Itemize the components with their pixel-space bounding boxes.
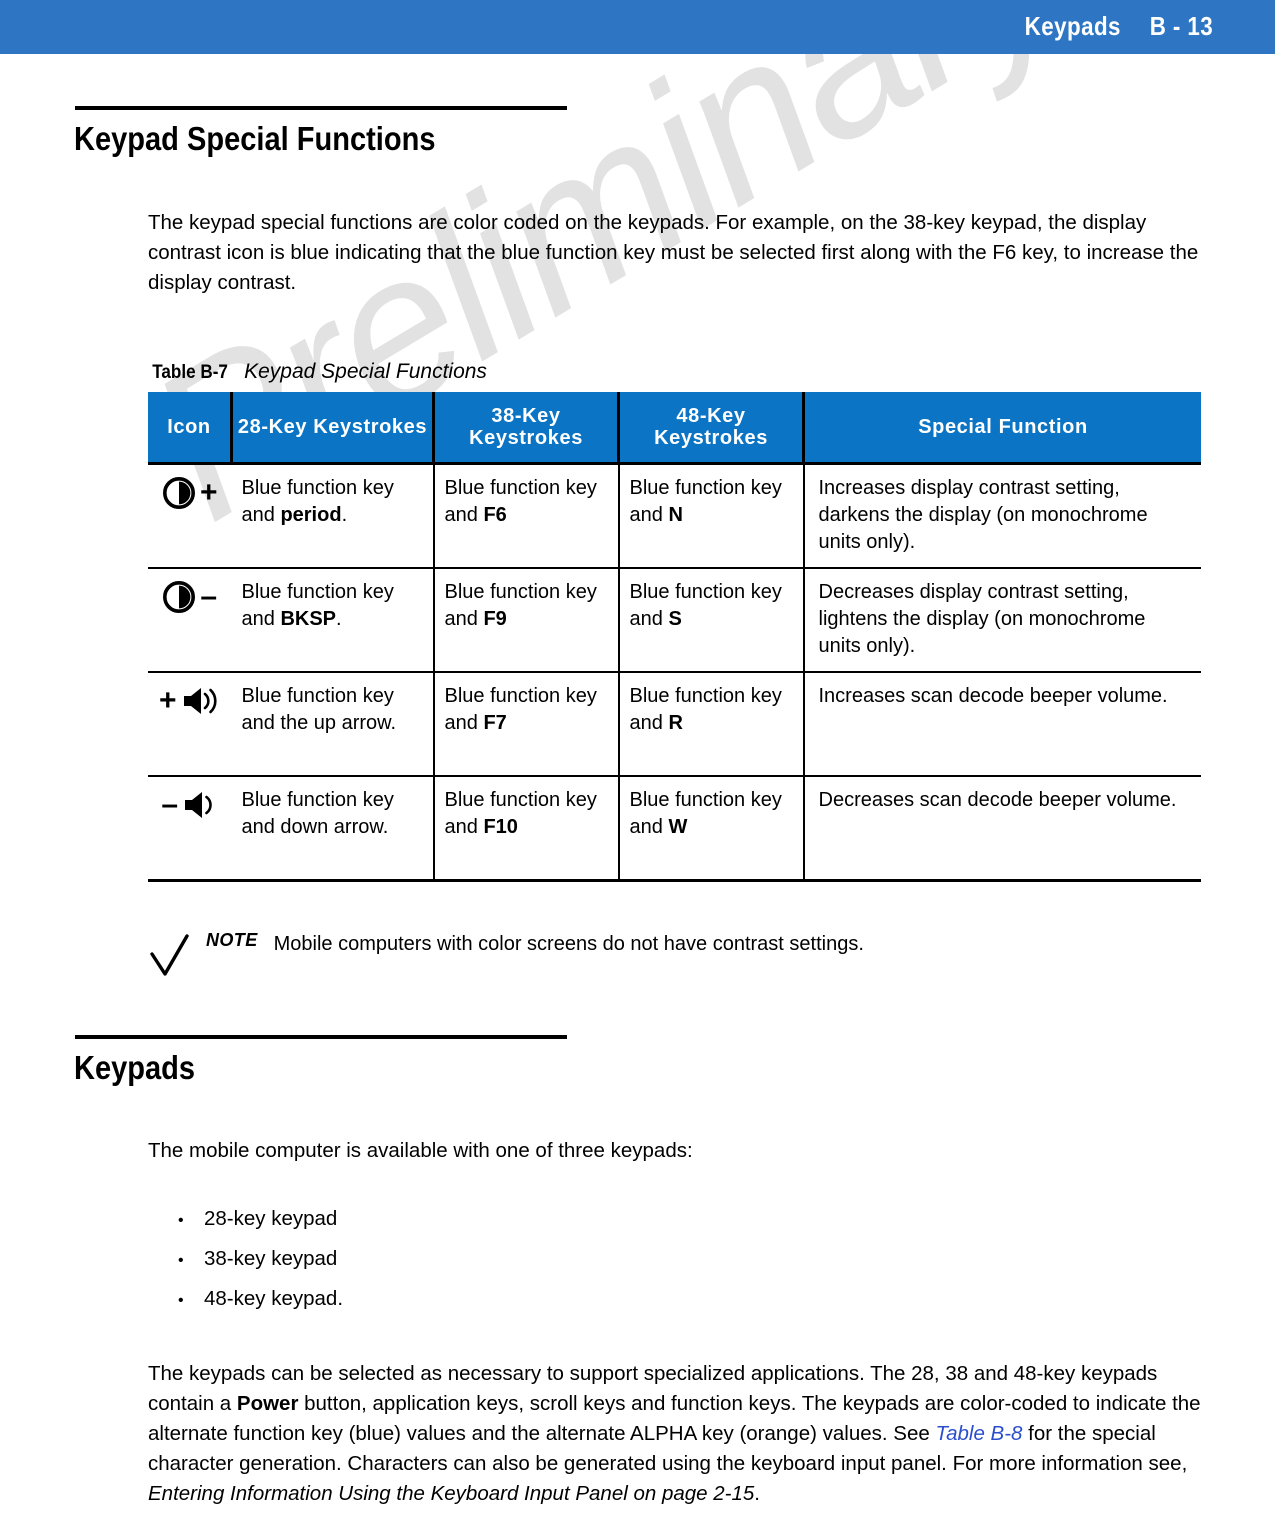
bullet-dot-icon: • (178, 1252, 184, 1269)
contrast-circle-icon (163, 581, 196, 613)
text-48-key-bold: W (668, 816, 688, 838)
section-heading-keypads: Keypads (74, 1049, 196, 1086)
column-header-28-key: 28-Key Keystrokes (231, 392, 435, 465)
page-header-title: Keypads (1024, 11, 1121, 41)
volume-decrease-icon: – (161, 785, 218, 825)
plus-sign: + (199, 476, 218, 509)
keypad-special-functions-table: Icon 28-Key Keystrokes 38-Key Keystrokes… (148, 392, 1201, 882)
column-header-special-function: Special Function (803, 392, 1201, 465)
text-48-key-prefix: Blue function key and (629, 581, 782, 630)
table-row: – Blue function key and BKSP. Blue funct… (148, 568, 1201, 673)
plus-sign: + (158, 684, 177, 717)
link-table-b8[interactable]: Table B-8 (935, 1422, 1022, 1445)
cell-28-key: Blue function key and BKSP. (231, 568, 435, 673)
contrast-circle-icon (162, 477, 195, 509)
paragraph-keypads-intro: The mobile computer is available with on… (148, 1138, 693, 1162)
cell-48-key: Blue function key and R (618, 672, 805, 777)
minus-sign: – (200, 580, 218, 613)
note-check-glyph (150, 934, 189, 976)
column-header-38-key: 38-Key Keystrokes (433, 392, 620, 465)
page-header-bar: Keypads B - 13 (0, 0, 1275, 54)
column-header-icon: Icon (148, 392, 233, 465)
note-text: Mobile computers with color screens do n… (273, 933, 864, 955)
closing-italic-reference: Entering Information Using the Keyboard … (148, 1481, 755, 1505)
contrast-increase-icon: + (162, 473, 218, 513)
section-rule-special-functions (75, 106, 567, 110)
cell-icon: – (148, 776, 232, 882)
page-header-number: B - 13 (1149, 11, 1213, 41)
keypad-bullet-list: • 28-key keypad • 38-key keypad • 48-key… (178, 1200, 1275, 1320)
cell-38-key: Blue function key and F9 (433, 568, 620, 673)
table-caption-title: Keypad Special Functions (244, 360, 487, 383)
text-28-key-bold: BKSP (280, 608, 337, 630)
text-28-key-prefix: Blue function key and the up arrow. (241, 685, 397, 734)
paragraph-keypads-closing: The keypads can be selected as necessary… (148, 1359, 1208, 1509)
text-38-key-bold: F6 (483, 504, 507, 526)
volume-increase-icon: + (159, 681, 221, 721)
text-48-key-prefix: Blue function key and (629, 477, 782, 526)
list-item: • 38-key keypad (178, 1240, 1275, 1280)
speaker-quiet-icon (185, 792, 212, 818)
cell-28-key: Blue function key and period. (231, 463, 435, 569)
table-row: + Blue function key and the up arrow. Bl… (148, 672, 1201, 777)
cell-38-key: Blue function key and F6 (433, 463, 620, 569)
text-38-key-bold: F7 (483, 712, 507, 734)
cell-28-key: Blue function key and the up arrow. (231, 672, 435, 777)
cell-special-function: Decreases scan decode beeper volume. (803, 776, 1201, 882)
text-38-key-prefix: Blue function key and (444, 789, 597, 838)
cell-special-function: Decreases display contrast setting, ligh… (803, 568, 1201, 673)
text-38-key-prefix: Blue function key and (444, 477, 597, 526)
cell-38-key: Blue function key and F10 (433, 776, 620, 882)
table-row: – Blue function key and down arrow. Blue… (148, 776, 1201, 882)
cell-28-key: Blue function key and down arrow. (231, 776, 435, 882)
list-item: • 28-key keypad (178, 1200, 1275, 1240)
contrast-decrease-icon: – (162, 577, 217, 617)
speaker-loud-icon (183, 688, 217, 714)
bullet-dot-icon: • (178, 1292, 184, 1309)
cell-icon: + (148, 463, 232, 569)
minus-sign: – (161, 788, 179, 821)
text-48-key-bold: R (668, 712, 683, 734)
cell-icon: + (148, 672, 232, 777)
cell-48-key: Blue function key and S (618, 568, 805, 673)
closing-bold-power: Power (236, 1391, 299, 1415)
section-heading-special-functions: Keypad Special Functions (74, 120, 436, 157)
table-header-row: Icon 28-Key Keystrokes 38-Key Keystrokes… (148, 392, 1201, 465)
list-item: • 48-key keypad. (178, 1280, 1275, 1320)
note-callout: NOTE Mobile computers with color screens… (148, 930, 1275, 985)
text-48-key-prefix: Blue function key and (629, 685, 782, 734)
text-48-key-bold: N (668, 504, 683, 526)
list-item-label: 38-key keypad (204, 1247, 338, 1270)
text-38-key-bold: F9 (483, 608, 507, 630)
text-28-key-prefix: Blue function key and down arrow. (241, 789, 394, 838)
table-caption-label: Table B-7 (152, 362, 228, 383)
cell-48-key: Blue function key and W (618, 776, 805, 882)
cell-special-function: Increases display contrast setting, dark… (803, 463, 1201, 569)
text-48-key-prefix: Blue function key and (629, 789, 782, 838)
text-38-key-bold: F10 (483, 816, 518, 838)
page-header-text: Keypads B - 13 (1025, 11, 1213, 42)
cell-48-key: Blue function key and N (618, 463, 805, 569)
cell-icon: – (148, 568, 232, 673)
text-48-key-bold: S (668, 608, 682, 630)
list-item-label: 48-key keypad. (204, 1287, 344, 1310)
text-38-key-prefix: Blue function key and (444, 581, 597, 630)
paragraph-special-functions-intro: The keypad special functions are color c… (148, 210, 1199, 294)
column-header-48-key: 48-Key Keystrokes (618, 392, 805, 465)
checkmark-icon (148, 930, 206, 985)
bullet-dot-icon: • (178, 1212, 184, 1229)
note-label: NOTE (206, 930, 258, 950)
cell-38-key: Blue function key and F7 (433, 672, 620, 777)
text-38-key-prefix: Blue function key and (444, 685, 597, 734)
text-28-key-suffix: . (341, 504, 348, 526)
table-row: + Blue function key and period. Blue fun… (148, 463, 1201, 569)
section-rule-keypads (75, 1035, 567, 1039)
cell-special-function: Increases scan decode beeper volume. (803, 672, 1201, 777)
text-28-key-suffix: . (336, 608, 342, 630)
list-item-label: 28-key keypad (204, 1207, 338, 1230)
closing-text-part4: . (754, 1481, 760, 1505)
page-content: Keypad Special Functions The keypad spec… (0, 54, 1275, 1529)
text-28-key-bold: period (280, 504, 342, 526)
table-caption: Table B-7 Keypad Special Functions (148, 360, 1275, 384)
